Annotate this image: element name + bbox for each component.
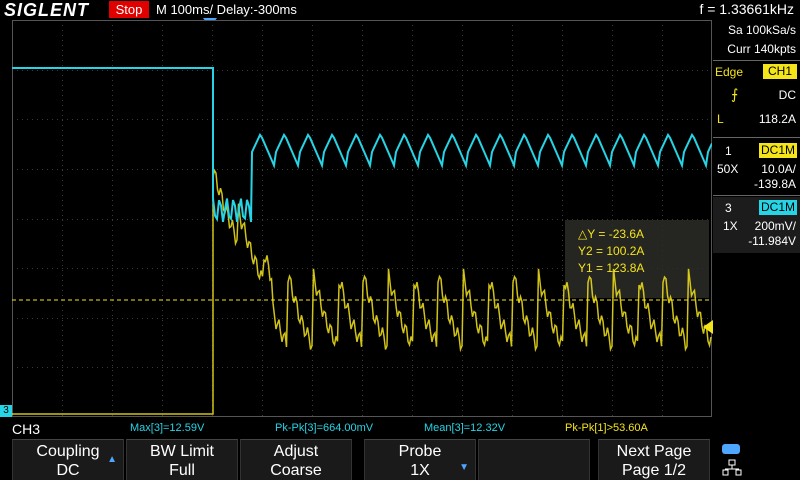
trigger-level: 118.2A	[758, 112, 796, 126]
ch3-coupling-badge[interactable]: DC1M	[759, 200, 797, 215]
ch3-offset: -11.984V	[748, 234, 796, 248]
waveform-display[interactable]: △Y = -23.6A Y2 = 100.2A Y1 = 123.8A	[12, 20, 712, 417]
info-panel: Sa 100kSa/s Curr 140kpts Edge CH1 ⨍ DC L…	[713, 20, 800, 420]
softkey-page-indicator: Page 1/2	[621, 462, 687, 479]
run-stop-badge[interactable]: Stop	[109, 1, 149, 18]
brand-logo: SIGLENT	[4, 0, 90, 20]
measurement-bar: Max[3]=12.59V Pk-Pk[3]=664.00mV Mean[3]=…	[0, 420, 800, 437]
ch3-number[interactable]: 3	[725, 201, 732, 215]
softkey-next-page[interactable]: Next Page Page 1/2	[598, 439, 710, 480]
ch1-probe: 50X	[717, 162, 739, 176]
softkey-next-page-label: Next Page	[616, 443, 692, 460]
softkey-bw-limit-label: BW Limit	[150, 443, 214, 460]
trigger-coupling: DC	[778, 88, 796, 102]
measurement-max-ch3: Max[3]=12.59V	[130, 422, 205, 434]
ch3-scale: 200mV/	[754, 219, 796, 233]
softkey-bw-limit-value: Full	[169, 462, 195, 479]
status-bar: SIGLENT Stop M 100ms/ Delay:-300ms f = 1…	[0, 0, 800, 20]
trigger-level-label: L	[717, 112, 724, 126]
cursor-y2: Y2 = 100.2A	[578, 244, 644, 258]
memory-depth: Curr 140kpts	[727, 42, 796, 56]
ch3-trace	[12, 67, 712, 223]
cursor-delta-y: △Y = -23.6A	[578, 227, 644, 241]
softkey-adjust[interactable]: Adjust Coarse	[240, 439, 352, 480]
softkey-empty[interactable]	[478, 439, 590, 480]
trigger-source-badge[interactable]: CH1	[763, 64, 797, 79]
graticule-border	[12, 20, 712, 417]
trigger-level-marker-icon[interactable]	[703, 320, 713, 334]
ch1-offset: -139.8A	[753, 177, 796, 191]
frequency-counter: f = 1.33661kHz	[699, 1, 794, 17]
ch1-number[interactable]: 1	[725, 144, 732, 158]
ch3-waveform	[12, 67, 712, 223]
trigger-type[interactable]: Edge	[715, 65, 743, 79]
measurement-pkpk-ch1: Pk-Pk[1]>53.60A	[565, 422, 648, 434]
down-arrow-icon: ▼	[459, 462, 469, 473]
measurement-pkpk-ch3: Pk-Pk[3]=664.00mV	[275, 422, 374, 434]
timebase-readout: M 100ms/ Delay:-300ms	[156, 2, 297, 17]
softkey-bw-limit[interactable]: BW Limit Full	[126, 439, 238, 480]
sample-rate: Sa 100kSa/s	[727, 23, 796, 37]
rising-edge-icon: ⨍	[731, 86, 739, 102]
usb-icon	[722, 444, 740, 454]
cursor-y1: Y1 = 123.8A	[578, 261, 644, 275]
ch1-scale: 10.0A/	[761, 162, 796, 176]
softkey-adjust-value: Coarse	[270, 462, 322, 479]
network-icon	[722, 459, 742, 476]
ch3-probe: 1X	[723, 219, 738, 233]
softkey-probe[interactable]: Probe 1X ▼	[364, 439, 476, 480]
up-arrow-icon: ▲	[107, 454, 117, 465]
softkey-adjust-label: Adjust	[273, 443, 319, 460]
ch1-coupling-badge[interactable]: DC1M	[759, 143, 797, 158]
measurement-mean-ch3: Mean[3]=12.32V	[424, 422, 506, 434]
graticule	[12, 20, 712, 417]
softkey-coupling[interactable]: Coupling DC ▲	[12, 439, 124, 480]
cursor-readout-box: △Y = -23.6A Y2 = 100.2A Y1 = 123.8A	[565, 220, 709, 298]
ch3-ground-marker[interactable]: 3	[0, 405, 12, 417]
